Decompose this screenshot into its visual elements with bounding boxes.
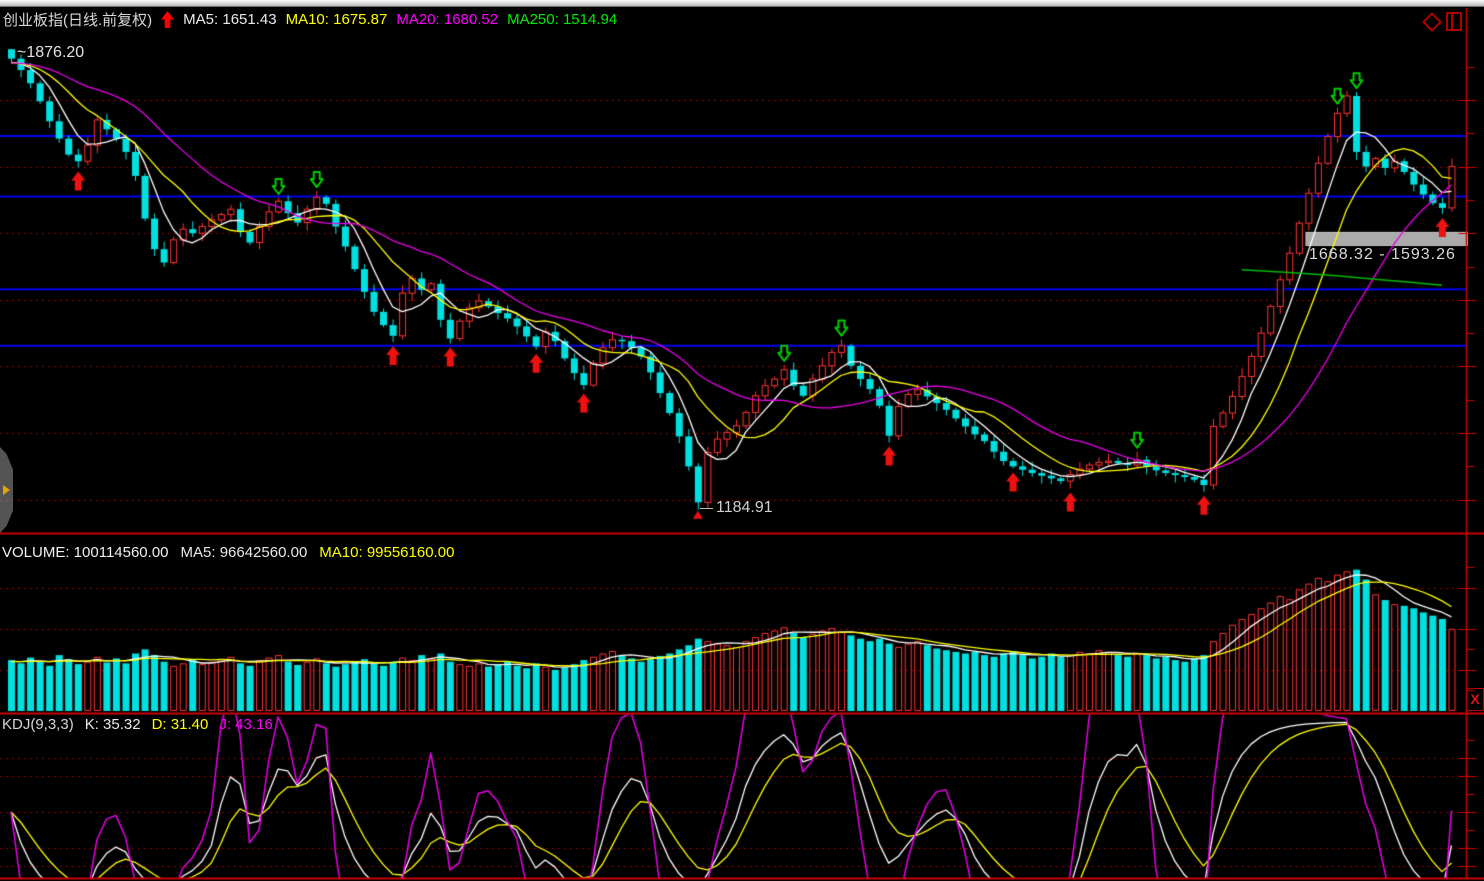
page-title: 创业板指(日线.前复权) xyxy=(3,9,152,30)
kdj-header: KDJ(9,3,3) K: 35.32 D: 31.40 J: 43.16 xyxy=(2,716,273,733)
ma250-value: MA250: 1514.94 xyxy=(507,11,617,28)
up-arrow-icon xyxy=(161,11,174,28)
low-price-text: 1184.91 xyxy=(716,499,773,517)
expand-arrow-icon xyxy=(3,485,10,495)
split-window-icon[interactable] xyxy=(1446,12,1462,31)
high-price-label: ~1876.20 xyxy=(17,44,84,62)
close-indicator-button[interactable]: X xyxy=(1466,688,1484,711)
chart-canvas[interactable] xyxy=(0,0,1484,881)
kdj-j-value: J: 43.16 xyxy=(219,716,272,733)
main-chart-header: 创业板指(日线.前复权) MA5: 1651.43 MA10: 1675.87 … xyxy=(3,9,617,30)
ma20-value: MA20: 1680.52 xyxy=(396,11,498,28)
kdj-d-value: D: 31.40 xyxy=(152,716,209,733)
kdj-k-value: K: 35.32 xyxy=(85,716,141,733)
ma5-value: MA5: 1651.43 xyxy=(183,11,276,28)
volume-header: VOLUME: 100114560.00 MA5: 96642560.00 MA… xyxy=(2,544,454,561)
volume-ma10-value: MA10: 99556160.00 xyxy=(319,544,454,561)
kdj-name: KDJ(9,3,3) xyxy=(2,716,74,733)
low-price-label: 1184.91 xyxy=(700,499,773,517)
range-band-label: 1668.32 - 1593.26 xyxy=(1309,246,1456,264)
ma10-value: MA10: 1675.87 xyxy=(286,11,388,28)
pointer-line xyxy=(700,508,713,509)
volume-value: VOLUME: 100114560.00 xyxy=(2,544,169,561)
stock-chart-app: 创业板指(日线.前复权) MA5: 1651.43 MA10: 1675.87 … xyxy=(0,0,1484,881)
volume-ma5-value: MA5: 96642560.00 xyxy=(181,544,308,561)
window-top-strip xyxy=(0,0,1484,7)
